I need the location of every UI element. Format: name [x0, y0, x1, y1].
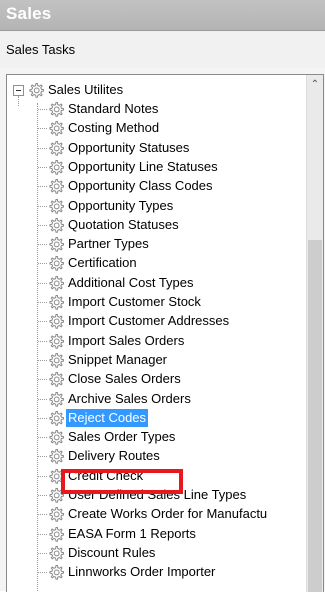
gear-icon [49, 199, 64, 214]
gear-icon [49, 449, 64, 464]
tree-item-label: Opportunity Line Statuses [68, 159, 218, 174]
scroll-thumb[interactable] [308, 240, 322, 592]
gear-icon [49, 314, 64, 329]
gear-icon [49, 141, 64, 156]
tree-item-label: EASA Form 1 Reports [68, 526, 196, 541]
tree-item-label: Costing Method [68, 120, 160, 135]
gear-icon [29, 83, 44, 98]
gear-icon [49, 353, 64, 368]
tree-item-label: Archive Sales Orders [68, 391, 191, 406]
tree-item-label: Delivery Routes [68, 448, 160, 463]
tree-item-label: Partner Types [68, 236, 149, 251]
tree-item-label: Standard Notes [68, 101, 159, 116]
tasks-panel: Sales Utilites Standard Notes Costing Met… [0, 68, 325, 592]
gear-icon [49, 565, 64, 580]
tree-item-label: Quotation Statuses [68, 217, 179, 232]
sales-tasks-header: Sales Tasks [0, 31, 325, 69]
gear-icon [49, 507, 64, 522]
gear-icon [49, 527, 64, 542]
tree-item-label: Close Sales Orders [68, 371, 181, 386]
vertical-scrollbar[interactable]: ⌃ [306, 75, 323, 592]
annotation-highlight-box [61, 469, 183, 494]
gear-icon [49, 334, 64, 349]
gear-icon [49, 372, 64, 387]
gear-icon [49, 546, 64, 561]
tree-item-label: Sales Order Types [68, 429, 176, 444]
gear-icon [49, 276, 64, 291]
gear-icon [49, 218, 64, 233]
tasks-title: Sales Tasks [6, 42, 76, 57]
tree-item-label: Snippet Manager [68, 352, 168, 367]
tree-item-label: Linnworks Order Importer [68, 564, 216, 579]
gear-icon [49, 160, 64, 175]
tree-item-label: Certification [68, 255, 137, 270]
gear-icon [49, 179, 64, 194]
tree-item-label: Additional Cost Types [68, 275, 194, 290]
tree-content: Sales Utilites Standard Notes Costing Met… [7, 75, 307, 592]
tree-item-label: Reject Codes [66, 409, 149, 427]
gear-icon [49, 121, 64, 136]
gear-icon [49, 237, 64, 252]
tree-item-label: Import Customer Stock [68, 294, 201, 309]
window-title: Sales [6, 4, 52, 23]
gear-icon [49, 430, 64, 445]
scroll-up-arrow-icon[interactable]: ⌃ [307, 78, 323, 92]
tree-connector [37, 103, 38, 592]
tree-item-label: Discount Rules [68, 545, 156, 560]
tasks-tree: Sales Utilites Standard Notes Costing Met… [6, 74, 324, 592]
gear-icon [49, 102, 64, 117]
gear-icon [49, 295, 64, 310]
tree-item-label: Create Works Order for Manufactu [68, 506, 268, 521]
sales-window-titlebar: Sales [0, 0, 325, 31]
collapse-icon[interactable] [13, 85, 24, 96]
tree-item-label: Opportunity Types [68, 198, 174, 213]
tree-item-label: Import Sales Orders [68, 333, 185, 348]
tree-item-label: Opportunity Statuses [68, 140, 190, 155]
tree-item-label: Opportunity Class Codes [68, 178, 213, 193]
gear-icon [49, 392, 64, 407]
tree-item-label: Import Customer Addresses [68, 313, 230, 328]
gear-icon [49, 411, 64, 426]
gear-icon [49, 256, 64, 271]
tree-root-label: Sales Utilites [48, 82, 124, 97]
